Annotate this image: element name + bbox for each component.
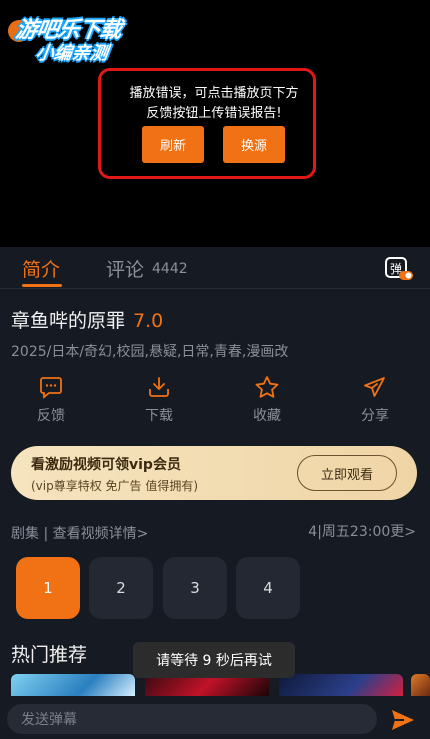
episode-item[interactable]: 2 [89,557,153,619]
favorite-label: 收藏 [253,408,281,424]
refresh-button[interactable]: 刷新 [142,126,204,163]
download-button[interactable]: 下载 [129,375,189,425]
danmu-input[interactable]: 发送弹幕 [7,704,377,734]
wait-toast: 请等待 9 秒后再试 [133,642,295,678]
share-icon [364,377,385,397]
send-button[interactable] [391,709,415,735]
hot-section-title: 热门推荐 [11,644,88,666]
show-meta: 2025/日本/奇幻,校园,悬疑,日常,青春,漫画改 [11,344,289,360]
watch-now-button[interactable]: 立即观看 [297,455,397,491]
danmu-toggle-button[interactable]: 弹 [385,257,413,281]
danmu-icon: 弹 [385,257,413,280]
feedback-button[interactable]: 反馈 [21,375,81,425]
feedback-label: 反馈 [37,408,65,424]
send-icon [392,710,414,730]
vip-banner[interactable]: 看激励视频可领vip会员 (vip尊享特权 免广告 值得拥有) 立即观看 [11,446,417,500]
error-message: 播放错误，可点击播放页下方反馈按钮上传错误报告! [129,86,299,121]
tab-intro[interactable]: 简介 [22,255,60,282]
episode-item[interactable]: 3 [163,557,227,619]
recommend-thumbnail[interactable] [11,674,135,696]
share-button[interactable]: 分享 [345,375,405,425]
favorite-button[interactable]: 收藏 [237,375,297,425]
episode-header-link[interactable]: 剧集 | 查看视频详情> [11,523,148,543]
share-label: 分享 [361,408,389,424]
episode-item[interactable]: 4 [236,557,300,619]
vip-subtitle: (vip尊享特权 免广告 值得拥有) [31,479,199,493]
tab-comments[interactable]: 评论 [106,255,144,282]
feedback-icon [40,377,62,399]
episode-item[interactable]: 1 [16,557,80,619]
tab-active-indicator [22,284,62,287]
switch-source-button[interactable]: 换源 [223,126,285,163]
recommend-thumbnail[interactable] [411,674,430,696]
download-icon [149,377,169,397]
vip-title: 看激励视频可领vip会员 [31,457,181,473]
detail-tabs: 简介 评论 4442 弹 [0,247,430,289]
show-score: 7.0 [133,310,164,332]
recommend-thumbnail[interactable] [279,674,403,696]
video-player[interactable]: 游吧乐下载 小编亲测 播放错误，可点击播放页下方反馈按钮上传错误报告! 刷新 换… [0,0,430,247]
comment-count: 4442 [152,261,188,277]
logo-line2: 小编亲测 [34,43,110,64]
episode-schedule-link[interactable]: 4|周五23:00更> [308,521,416,541]
star-icon [255,376,279,398]
watermark-logo: 游吧乐下载 小编亲测 [6,8,148,66]
danmu-bar: 发送弹幕 [0,696,430,739]
download-label: 下载 [145,408,173,424]
show-title: 章鱼哔的原罪 [11,310,126,332]
show-title-row: 章鱼哔的原罪 7.0 [11,306,163,333]
